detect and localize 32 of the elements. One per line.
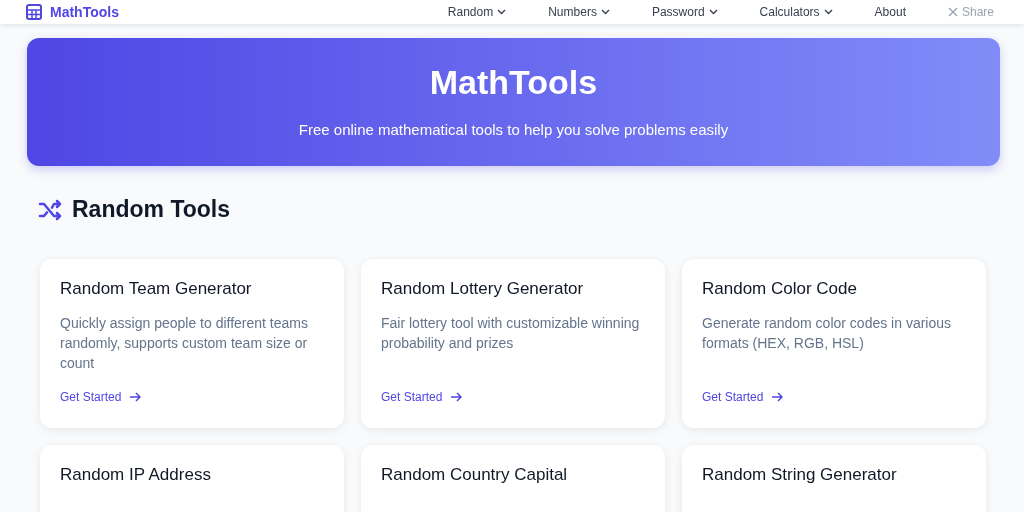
- nav-menu-item[interactable]: Random: [447, 3, 507, 21]
- arrow-right-icon: [450, 391, 463, 402]
- hero-title: MathTools: [429, 62, 598, 104]
- nav-menu-item[interactable]: Password: [651, 3, 718, 21]
- card-description: Quickly assign people to different teams randomly, supports custom team size or count: [60, 314, 309, 373]
- tool-card[interactable]: Random String Generator: [682, 444, 986, 512]
- nav-menu-item[interactable]: Calculators: [759, 3, 833, 21]
- card-title: Random Color Code: [702, 278, 858, 299]
- shuffle-icon: [38, 197, 64, 222]
- tool-card[interactable]: Random Country Capital: [361, 444, 665, 512]
- get-started-link[interactable]: Get Started: [60, 387, 142, 406]
- tool-card[interactable]: Random IP Address: [40, 444, 344, 512]
- tool-card[interactable]: Random Lottery Generator Fair lottery tool with customizable winning probability and prizes Get Started: [361, 258, 665, 428]
- arrow-right-icon: [129, 391, 142, 402]
- hero-subtitle: Free online mathematical tools to help you solve problems easily: [298, 120, 729, 141]
- tool-card[interactable]: Random Color Code Generate random color codes in various formats (HEX, RGB, HSL) Get Started: [682, 258, 986, 428]
- card-title: Random Team Generator: [60, 278, 253, 299]
- nav-menu-item[interactable]: About: [874, 3, 906, 21]
- nav-menu-item[interactable]: Numbers: [548, 3, 610, 21]
- card-title: Random IP Address: [60, 464, 212, 485]
- brand-name[interactable]: MathTools: [50, 1, 119, 23]
- section-title: Random Tools: [72, 196, 230, 224]
- card-title: Random Country Capital: [381, 464, 569, 485]
- card-description: Fair lottery tool with customizable winning probability and prizes: [381, 314, 641, 353]
- card-description: Generate random color codes in various formats (HEX, RGB, HSL): [702, 314, 953, 353]
- card-title: Random String Generator: [702, 464, 898, 485]
- tool-card[interactable]: Random Team Generator Quickly assign people to different teams randomly, supports custom team size or count Get Started: [40, 258, 344, 428]
- get-started-link[interactable]: Get Started: [702, 387, 784, 406]
- card-title: Random Lottery Generator: [381, 278, 585, 299]
- arrow-right-icon: [771, 391, 784, 402]
- calculator-icon: [26, 4, 42, 20]
- get-started-link[interactable]: Get Started: [381, 387, 463, 406]
